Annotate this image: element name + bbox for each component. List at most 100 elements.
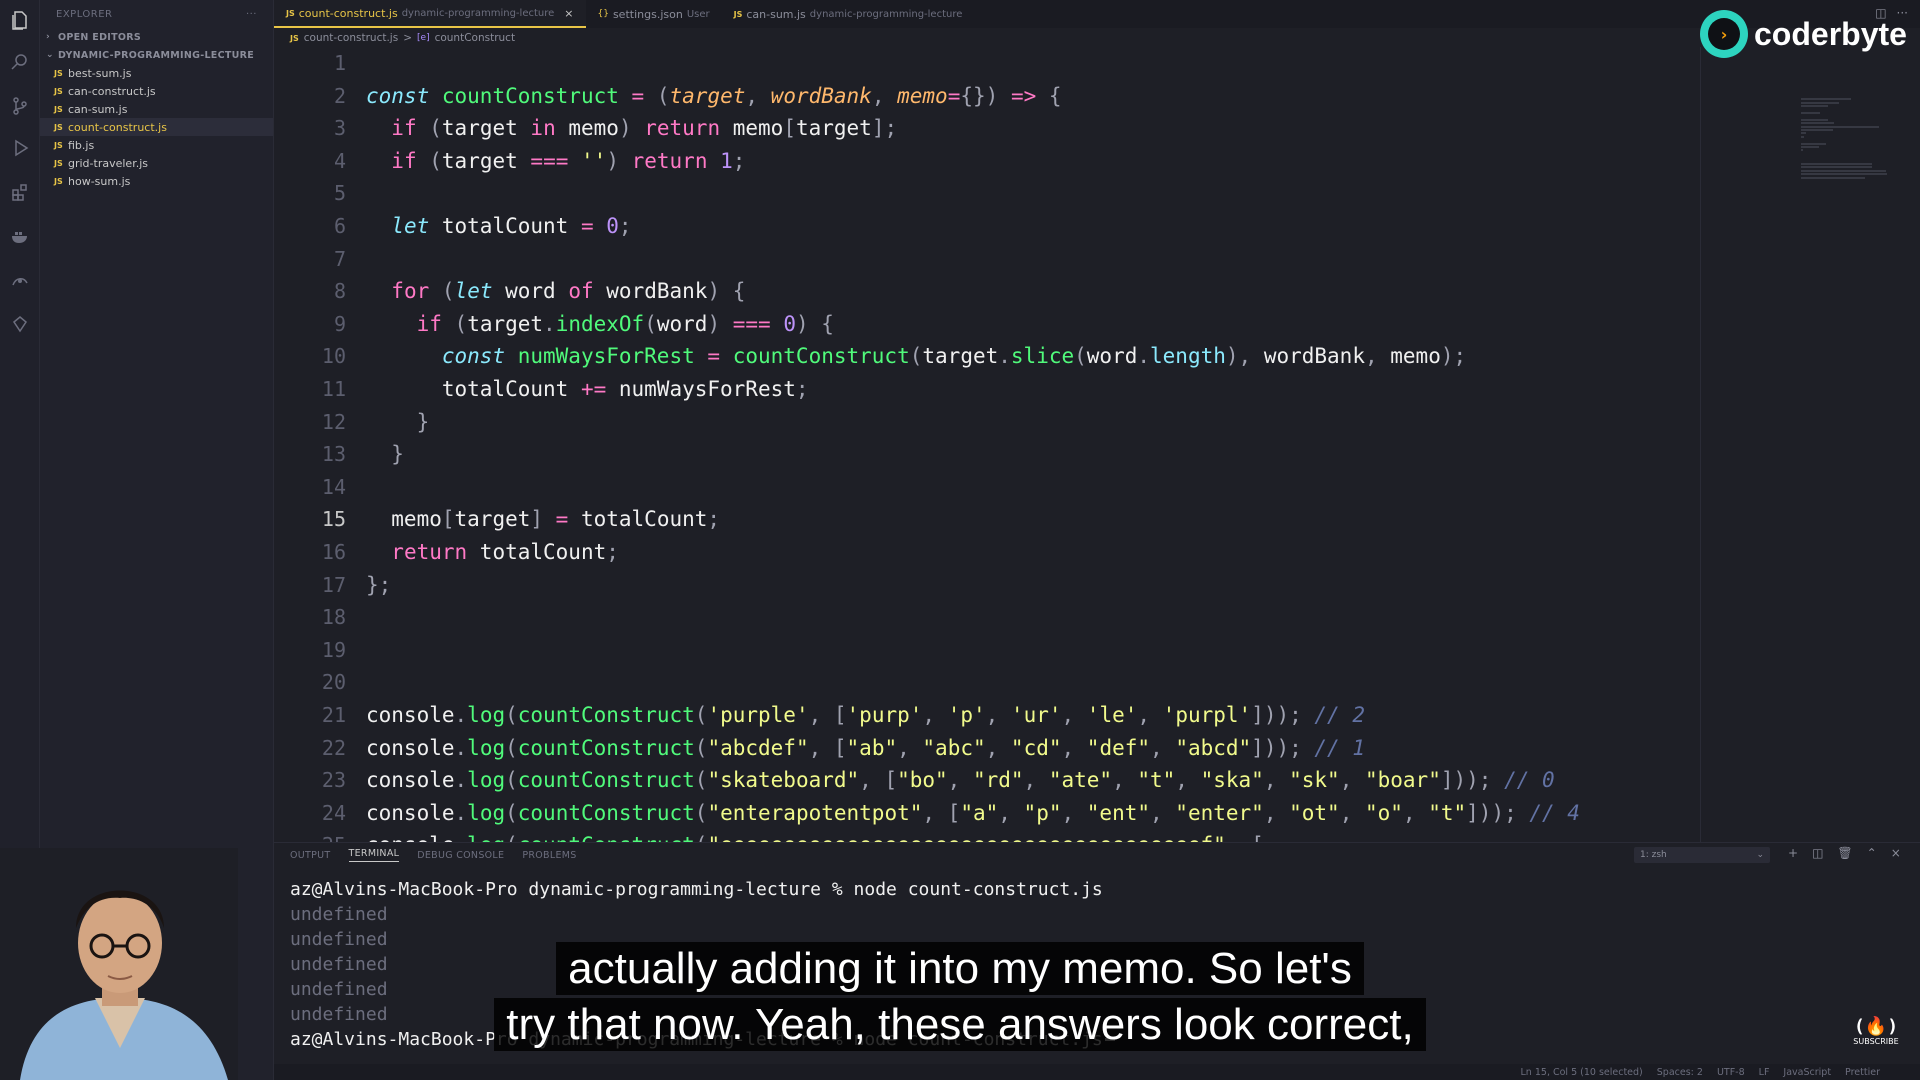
code-line[interactable]: 10 const numWaysForRest = countConstruct… xyxy=(274,340,1466,372)
code-line[interactable]: 2 const countConstruct = (target, wordBan… xyxy=(274,80,1062,112)
status-item[interactable]: Ln 15, Col 5 (10 selected) xyxy=(1521,1067,1643,1078)
line-number: 5 xyxy=(333,181,346,206)
panel-tab[interactable]: DEBUG CONSOLE xyxy=(417,850,504,861)
code-line[interactable]: 3 if (target in memo) return memo[target… xyxy=(274,112,897,144)
panel-tab[interactable]: PROBLEMS xyxy=(522,850,576,861)
tab-can-sum[interactable]: JS can-sum.js dynamic-programming-lectur… xyxy=(722,0,975,28)
line-number: 14 xyxy=(321,474,346,499)
more-actions-icon[interactable]: ··· xyxy=(246,9,257,20)
code-line[interactable]: 14 xyxy=(274,471,366,503)
run-debug-icon[interactable] xyxy=(8,136,32,160)
file-item[interactable]: JS best-sum.js xyxy=(40,64,273,82)
code-line[interactable]: 18 xyxy=(274,601,366,633)
code-line[interactable]: 9 if (target.indexOf(word) === 0) { xyxy=(274,308,834,340)
code-token: = xyxy=(555,507,569,532)
code-token: "abcdef" xyxy=(707,735,809,760)
close-panel-icon[interactable]: × xyxy=(1891,846,1901,860)
code-token: 'ur' xyxy=(1010,703,1062,727)
code-token: console xyxy=(366,800,455,825)
code-token: [ xyxy=(783,116,796,141)
code-line[interactable]: 5 xyxy=(274,177,366,209)
breadcrumb-file[interactable]: count-construct.js xyxy=(304,32,398,44)
file-item[interactable]: JS fib.js xyxy=(40,136,273,154)
file-item[interactable]: JS can-construct.js xyxy=(40,82,273,100)
code-line[interactable]: 12 } xyxy=(274,406,429,438)
split-terminal-icon[interactable]: ◫ xyxy=(1812,846,1823,860)
terminal-select[interactable]: 1: zsh ⌄ xyxy=(1634,847,1770,863)
code-line[interactable]: 19 xyxy=(274,634,366,666)
panel-tab[interactable]: TERMINAL xyxy=(348,848,400,862)
terminal-prompt-line: az@Alvins-MacBook-Pro dynamic-programmin… xyxy=(290,877,1103,902)
live-share-icon[interactable] xyxy=(8,312,32,336)
code-line[interactable]: 16 return totalCount; xyxy=(274,536,619,568)
code-token: } xyxy=(366,409,430,434)
code-text: console.log(countConstruct("skateboard",… xyxy=(346,768,1555,792)
code-line[interactable]: 23 console.log(countConstruct("skateboard… xyxy=(274,764,1555,796)
code-line[interactable]: 24 console.log(countConstruct("enterapote… xyxy=(274,797,1580,829)
file-item[interactable]: JS count-construct.js xyxy=(40,118,273,136)
remote-explorer-icon[interactable] xyxy=(8,268,32,292)
line-number: 24 xyxy=(321,800,346,825)
file-list: JS best-sum.js JS can-construct.js JS can-sum… xyxy=(40,64,273,190)
explorer-icon[interactable] xyxy=(8,8,32,32)
code-editor[interactable]: 1 2 const countConstruct = (target, wordBa… xyxy=(274,47,1700,842)
code-line[interactable]: 13 } xyxy=(274,438,404,470)
new-terminal-icon[interactable]: + xyxy=(1788,846,1798,860)
editor-tabs: JS count-construct.js dynamic-programmin… xyxy=(274,0,1920,28)
tab-count-construct[interactable]: JS count-construct.js dynamic-programmin… xyxy=(274,0,586,28)
freecodecamp-subscribe-badge[interactable]: (🔥) SUBSCRIBE xyxy=(1852,1016,1900,1056)
line-number: 17 xyxy=(321,572,346,597)
breadcrumb-symbol[interactable]: countConstruct xyxy=(435,32,515,44)
js-file-icon: JS xyxy=(54,122,63,132)
code-text: if (target.indexOf(word) === 0) { xyxy=(346,312,834,336)
extensions-icon[interactable] xyxy=(8,180,32,204)
code-line[interactable]: 4 if (target === '') return 1; xyxy=(274,145,745,177)
source-control-icon[interactable] xyxy=(8,94,32,118)
explorer-header: EXPLORER ··· xyxy=(40,0,273,28)
close-icon[interactable]: × xyxy=(564,7,573,20)
trash-icon[interactable]: 🗑 xyxy=(1837,846,1852,860)
symbol-variable-icon: [e] xyxy=(417,33,430,43)
minimap[interactable] xyxy=(1700,47,1920,842)
code-line[interactable]: 25console.log(countConstruct("eeeeeeeeee… xyxy=(274,829,1264,842)
docker-icon[interactable] xyxy=(8,224,32,248)
file-item[interactable]: JS how-sum.js xyxy=(40,172,273,190)
code-text: let totalCount = 0; xyxy=(346,214,631,238)
folder-section[interactable]: ⌄ DYNAMIC-PROGRAMMING-LECTURE xyxy=(40,46,273,64)
code-token: target xyxy=(441,116,531,141)
code-token: "p" xyxy=(1023,800,1062,825)
minimap-line xyxy=(1801,146,1819,148)
code-text: if (target === '') return 1; xyxy=(346,149,745,173)
file-item[interactable]: JS grid-traveler.js xyxy=(40,154,273,172)
code-line[interactable]: 20 xyxy=(274,666,366,698)
code-token: ( xyxy=(694,800,708,825)
code-line[interactable]: 8 for (let word of wordBank) { xyxy=(274,275,745,307)
status-item[interactable]: JavaScript xyxy=(1783,1067,1831,1078)
code-line[interactable]: 21 console.log(countConstruct('purple', [… xyxy=(274,699,1365,731)
code-line[interactable]: 11 totalCount += numWaysForRest; xyxy=(274,373,809,405)
tab-settings[interactable]: {} settings.json User xyxy=(586,0,722,28)
code-line[interactable]: 1 xyxy=(274,47,366,79)
code-line[interactable]: 7 xyxy=(274,243,366,275)
open-editors-section[interactable]: › OPEN EDITORS xyxy=(40,28,273,46)
code-line[interactable]: 15 memo[target] = totalCount; xyxy=(274,503,720,535)
status-item[interactable]: LF xyxy=(1759,1067,1770,1078)
js-file-icon: JS xyxy=(54,176,63,186)
code-token: return xyxy=(644,116,721,141)
file-item[interactable]: JS can-sum.js xyxy=(40,100,273,118)
minimap-line xyxy=(1801,129,1833,131)
code-token: === xyxy=(530,148,569,173)
code-line[interactable]: 22 console.log(countConstruct("abcdef", [… xyxy=(274,732,1365,764)
search-icon[interactable] xyxy=(8,50,32,74)
minimap-line xyxy=(1801,125,1880,128)
status-item[interactable]: Prettier xyxy=(1845,1067,1880,1078)
code-line[interactable]: 17}; xyxy=(274,569,391,601)
code-token: // 2 xyxy=(1314,703,1365,727)
status-item[interactable]: UTF-8 xyxy=(1717,1067,1745,1078)
maximize-panel-icon[interactable]: ⌃ xyxy=(1867,846,1877,860)
code-token: return xyxy=(631,148,708,173)
panel-tab[interactable]: OUTPUT xyxy=(290,850,331,861)
code-line[interactable]: 6 let totalCount = 0; xyxy=(274,210,632,242)
status-item[interactable]: Spaces: 2 xyxy=(1657,1067,1703,1078)
